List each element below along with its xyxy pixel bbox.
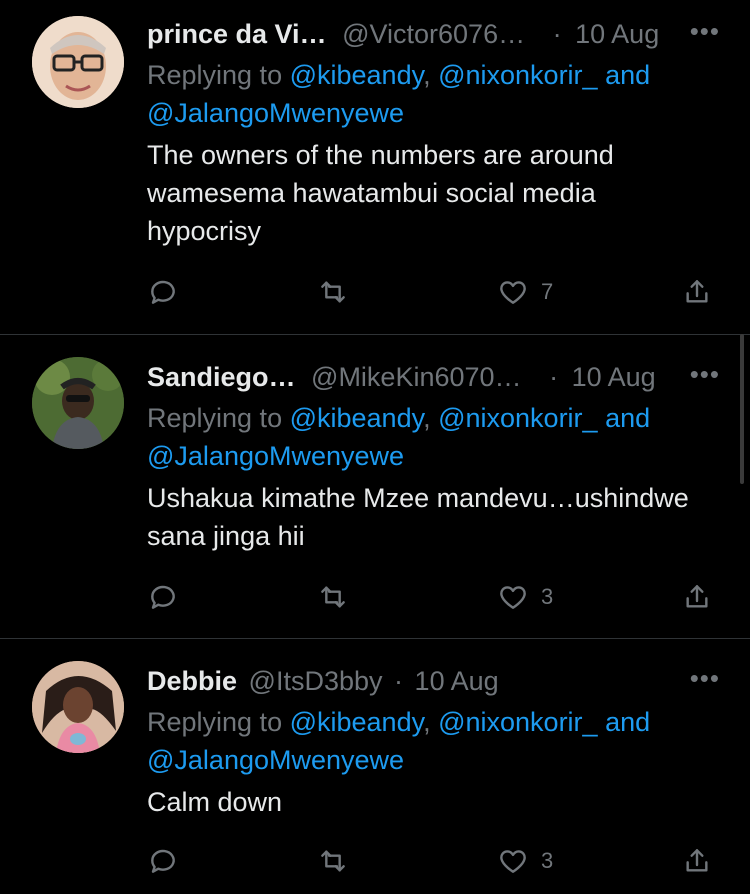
mention-link[interactable]: @JalangoMwenyewe xyxy=(147,441,404,471)
scrollbar[interactable] xyxy=(740,334,744,484)
retweet-button[interactable] xyxy=(317,845,349,877)
mention-link[interactable]: @nixonkorir_ xyxy=(438,60,597,90)
avatar-image xyxy=(32,357,124,449)
timestamp[interactable]: 10 Aug xyxy=(415,666,499,696)
reply-icon xyxy=(151,280,175,304)
avatar[interactable] xyxy=(32,16,124,108)
tweet-header: Sandiego… @MikeKin6070… · 10 Aug xyxy=(147,359,656,395)
reply-button[interactable] xyxy=(147,581,179,613)
like-button[interactable]: 3 xyxy=(497,845,553,877)
replying-to: Replying to @kibeandy, @nixonkorir_ and @… xyxy=(147,399,707,475)
more-options-icon[interactable]: ••• xyxy=(690,16,720,46)
and-others-link[interactable]: and xyxy=(598,707,650,737)
tweet-text: The owners of the numbers are around wam… xyxy=(147,140,614,246)
replying-label: Replying to xyxy=(147,403,290,433)
reply-button[interactable] xyxy=(147,845,179,877)
more-options-icon[interactable]: ••• xyxy=(690,359,720,389)
share-icon xyxy=(686,849,708,872)
mention-link[interactable]: @kibeandy xyxy=(290,403,423,433)
like-button[interactable]: 3 xyxy=(497,581,553,613)
share-button[interactable] xyxy=(681,845,713,877)
tweet-3[interactable]: Debbie @ItsD3bby · 10 Aug ••• Replying t… xyxy=(0,639,750,894)
separator-dot: · xyxy=(394,666,404,696)
tweet-text: Ushakua kimathe Mzee mandevu…ushindwe sa… xyxy=(147,483,689,551)
timestamp[interactable]: 10 Aug xyxy=(572,362,656,392)
retweet-button[interactable] xyxy=(317,581,349,613)
mention-separator: , xyxy=(423,403,439,433)
and-others-link[interactable]: and xyxy=(598,60,650,90)
replying-to: Replying to @kibeandy, @nixonkorir_ and @… xyxy=(147,56,707,132)
tweet-actions: 3 xyxy=(147,845,720,881)
tweet-1[interactable]: prince da Vi… @Victor6076… · 10 Aug ••• … xyxy=(0,0,750,334)
avatar-image xyxy=(32,661,124,753)
mention-link[interactable]: @nixonkorir_ xyxy=(438,707,597,737)
like-count: 7 xyxy=(541,279,554,304)
mention-separator: , xyxy=(423,60,439,90)
like-count: 3 xyxy=(541,848,554,873)
user-handle[interactable]: @Victor6076… xyxy=(342,19,525,49)
separator-dot: · xyxy=(552,19,562,49)
separator-dot: · xyxy=(549,362,559,392)
avatar[interactable] xyxy=(32,357,124,449)
timestamp[interactable]: 10 Aug xyxy=(575,19,659,49)
user-handle[interactable]: @ItsD3bby xyxy=(249,666,383,696)
replying-label: Replying to xyxy=(147,707,290,737)
replying-to: Replying to @kibeandy, @nixonkorir_ and @… xyxy=(147,703,707,779)
reply-icon xyxy=(151,849,175,873)
display-name[interactable]: Sandiego… xyxy=(147,362,296,392)
replying-label: Replying to xyxy=(147,60,290,90)
heart-icon xyxy=(500,586,526,609)
mention-link[interactable]: @kibeandy xyxy=(290,707,423,737)
share-button[interactable] xyxy=(681,276,713,308)
heart-icon xyxy=(500,281,526,304)
avatar[interactable] xyxy=(32,661,124,753)
mention-link[interactable]: @JalangoMwenyewe xyxy=(147,98,404,128)
avatar-image xyxy=(32,16,124,108)
mention-link[interactable]: @nixonkorir_ xyxy=(438,403,597,433)
and-others-link[interactable]: and xyxy=(598,403,650,433)
share-icon xyxy=(686,585,708,608)
mention-link[interactable]: @kibeandy xyxy=(290,60,423,90)
like-button[interactable]: 7 xyxy=(497,276,553,308)
mention-separator: , xyxy=(423,707,439,737)
more-options-icon[interactable]: ••• xyxy=(690,663,720,693)
tweet-2[interactable]: Sandiego… @MikeKin6070… · 10 Aug ••• Rep… xyxy=(0,335,750,638)
retweet-icon xyxy=(321,281,345,303)
reply-icon xyxy=(151,585,175,609)
share-button[interactable] xyxy=(681,581,713,613)
tweet-actions: 3 xyxy=(147,581,720,617)
share-icon xyxy=(686,280,708,303)
like-count: 3 xyxy=(541,584,554,609)
retweet-icon xyxy=(321,850,345,872)
tweet-header: Debbie @ItsD3bby · 10 Aug xyxy=(147,663,499,699)
reply-button[interactable] xyxy=(147,276,179,308)
user-handle[interactable]: @MikeKin6070… xyxy=(311,362,522,392)
tweet-text: Calm down xyxy=(147,787,283,817)
tweet-header: prince da Vi… @Victor6076… · 10 Aug xyxy=(147,16,659,52)
display-name[interactable]: Debbie xyxy=(147,666,237,696)
retweet-button[interactable] xyxy=(317,276,349,308)
retweet-icon xyxy=(321,586,345,608)
display-name[interactable]: prince da Vi… xyxy=(147,19,327,49)
tweet-actions: 7 xyxy=(147,276,720,312)
heart-icon xyxy=(500,850,526,873)
mention-link[interactable]: @JalangoMwenyewe xyxy=(147,745,404,775)
